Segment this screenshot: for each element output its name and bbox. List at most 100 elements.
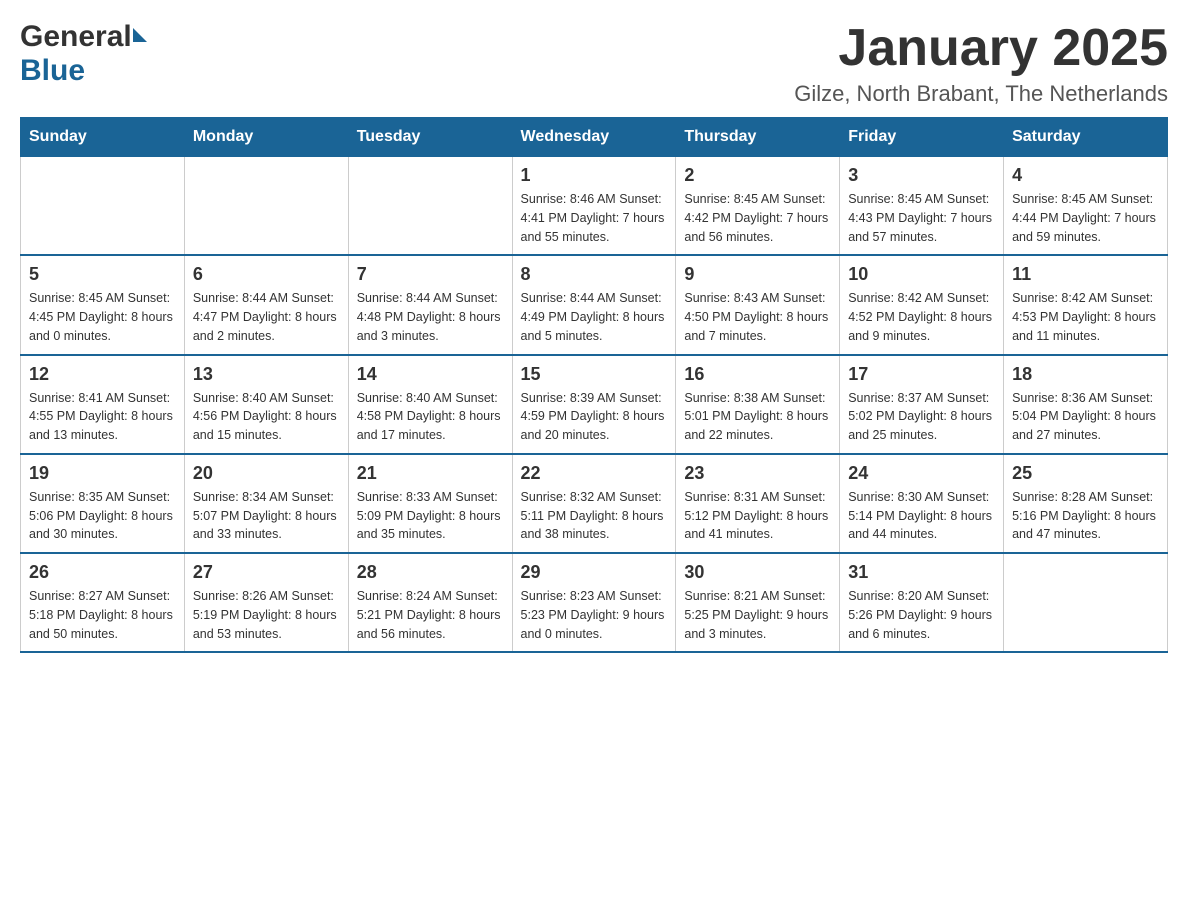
location-title: Gilze, North Brabant, The Netherlands: [794, 81, 1168, 107]
day-info: Sunrise: 8:32 AM Sunset: 5:11 PM Dayligh…: [521, 488, 668, 544]
weekday-header-thursday: Thursday: [676, 118, 840, 157]
weekday-header-saturday: Saturday: [1004, 118, 1168, 157]
calendar-cell: 10 Sunrise: 8:42 AM Sunset: 4:52 PM Dayli…: [840, 255, 1004, 354]
logo-blue-text: Blue: [20, 54, 85, 88]
day-info: Sunrise: 8:33 AM Sunset: 5:09 PM Dayligh…: [357, 488, 504, 544]
calendar-cell: 26 Sunrise: 8:27 AM Sunset: 5:18 PM Dayli…: [21, 553, 185, 652]
calendar-cell: [184, 157, 348, 256]
day-number: 7: [357, 264, 504, 285]
calendar-cell: 18 Sunrise: 8:36 AM Sunset: 5:04 PM Dayli…: [1004, 355, 1168, 454]
day-info: Sunrise: 8:45 AM Sunset: 4:42 PM Dayligh…: [684, 190, 831, 246]
day-number: 23: [684, 463, 831, 484]
day-info: Sunrise: 8:26 AM Sunset: 5:19 PM Dayligh…: [193, 587, 340, 643]
day-number: 8: [521, 264, 668, 285]
calendar-cell: 29 Sunrise: 8:23 AM Sunset: 5:23 PM Dayli…: [512, 553, 676, 652]
day-info: Sunrise: 8:40 AM Sunset: 4:58 PM Dayligh…: [357, 389, 504, 445]
calendar-cell: [348, 157, 512, 256]
calendar-cell: 11Sunrise: 8:42 AM Sunset: 4:53 PM Dayli…: [1004, 255, 1168, 354]
calendar-cell: [1004, 553, 1168, 652]
calendar-cell: 12 Sunrise: 8:41 AM Sunset: 4:55 PM Dayli…: [21, 355, 185, 454]
day-info: Sunrise: 8:45 AM Sunset: 4:43 PM Dayligh…: [848, 190, 995, 246]
day-info: Sunrise: 8:41 AM Sunset: 4:55 PM Dayligh…: [29, 389, 176, 445]
calendar-cell: 22 Sunrise: 8:32 AM Sunset: 5:11 PM Dayli…: [512, 454, 676, 553]
day-number: 21: [357, 463, 504, 484]
page-header: General Blue January 2025 Gilze, North B…: [20, 20, 1168, 107]
day-info: Sunrise: 8:38 AM Sunset: 5:01 PM Dayligh…: [684, 389, 831, 445]
day-number: 22: [521, 463, 668, 484]
day-info: Sunrise: 8:40 AM Sunset: 4:56 PM Dayligh…: [193, 389, 340, 445]
day-number: 13: [193, 364, 340, 385]
calendar-cell: 31 Sunrise: 8:20 AM Sunset: 5:26 PM Dayli…: [840, 553, 1004, 652]
calendar-cell: 19Sunrise: 8:35 AM Sunset: 5:06 PM Dayli…: [21, 454, 185, 553]
calendar-cell: 7 Sunrise: 8:44 AM Sunset: 4:48 PM Daylig…: [348, 255, 512, 354]
day-number: 28: [357, 562, 504, 583]
calendar-cell: 14 Sunrise: 8:40 AM Sunset: 4:58 PM Dayli…: [348, 355, 512, 454]
day-number: 27: [193, 562, 340, 583]
calendar-table: SundayMondayTuesdayWednesdayThursdayFrid…: [20, 117, 1168, 653]
day-number: 18: [1012, 364, 1159, 385]
day-info: Sunrise: 8:42 AM Sunset: 4:52 PM Dayligh…: [848, 289, 995, 345]
day-info: Sunrise: 8:30 AM Sunset: 5:14 PM Dayligh…: [848, 488, 995, 544]
day-number: 9: [684, 264, 831, 285]
day-info: Sunrise: 8:21 AM Sunset: 5:25 PM Dayligh…: [684, 587, 831, 643]
calendar-cell: 8 Sunrise: 8:44 AM Sunset: 4:49 PM Daylig…: [512, 255, 676, 354]
day-number: 26: [29, 562, 176, 583]
day-info: Sunrise: 8:42 AM Sunset: 4:53 PM Dayligh…: [1012, 289, 1159, 345]
calendar-cell: 20Sunrise: 8:34 AM Sunset: 5:07 PM Dayli…: [184, 454, 348, 553]
day-info: Sunrise: 8:36 AM Sunset: 5:04 PM Dayligh…: [1012, 389, 1159, 445]
month-title: January 2025: [794, 20, 1168, 77]
day-info: Sunrise: 8:44 AM Sunset: 4:49 PM Dayligh…: [521, 289, 668, 345]
day-info: Sunrise: 8:37 AM Sunset: 5:02 PM Dayligh…: [848, 389, 995, 445]
weekday-header-monday: Monday: [184, 118, 348, 157]
day-number: 15: [521, 364, 668, 385]
calendar-cell: 30Sunrise: 8:21 AM Sunset: 5:25 PM Dayli…: [676, 553, 840, 652]
calendar-cell: 17 Sunrise: 8:37 AM Sunset: 5:02 PM Dayli…: [840, 355, 1004, 454]
day-info: Sunrise: 8:20 AM Sunset: 5:26 PM Dayligh…: [848, 587, 995, 643]
day-number: 25: [1012, 463, 1159, 484]
calendar-cell: 25 Sunrise: 8:28 AM Sunset: 5:16 PM Dayli…: [1004, 454, 1168, 553]
day-info: Sunrise: 8:44 AM Sunset: 4:48 PM Dayligh…: [357, 289, 504, 345]
calendar-week-row: 26 Sunrise: 8:27 AM Sunset: 5:18 PM Dayli…: [21, 553, 1168, 652]
calendar-cell: 5Sunrise: 8:45 AM Sunset: 4:45 PM Daylig…: [21, 255, 185, 354]
day-number: 4: [1012, 165, 1159, 186]
day-number: 10: [848, 264, 995, 285]
calendar-cell: 2 Sunrise: 8:45 AM Sunset: 4:42 PM Daylig…: [676, 157, 840, 256]
calendar-cell: 1Sunrise: 8:46 AM Sunset: 4:41 PM Daylig…: [512, 157, 676, 256]
calendar-cell: 4Sunrise: 8:45 AM Sunset: 4:44 PM Daylig…: [1004, 157, 1168, 256]
day-number: 19: [29, 463, 176, 484]
day-number: 14: [357, 364, 504, 385]
day-number: 6: [193, 264, 340, 285]
calendar-cell: 28Sunrise: 8:24 AM Sunset: 5:21 PM Dayli…: [348, 553, 512, 652]
calendar-cell: 13 Sunrise: 8:40 AM Sunset: 4:56 PM Dayli…: [184, 355, 348, 454]
day-info: Sunrise: 8:27 AM Sunset: 5:18 PM Dayligh…: [29, 587, 176, 643]
calendar-week-row: 12 Sunrise: 8:41 AM Sunset: 4:55 PM Dayli…: [21, 355, 1168, 454]
calendar-week-row: 5Sunrise: 8:45 AM Sunset: 4:45 PM Daylig…: [21, 255, 1168, 354]
calendar-cell: 16 Sunrise: 8:38 AM Sunset: 5:01 PM Dayli…: [676, 355, 840, 454]
day-number: 3: [848, 165, 995, 186]
day-number: 16: [684, 364, 831, 385]
day-number: 1: [521, 165, 668, 186]
day-info: Sunrise: 8:44 AM Sunset: 4:47 PM Dayligh…: [193, 289, 340, 345]
day-number: 29: [521, 562, 668, 583]
weekday-header-friday: Friday: [840, 118, 1004, 157]
day-number: 12: [29, 364, 176, 385]
logo-general-text: General: [20, 20, 132, 54]
title-area: January 2025 Gilze, North Brabant, The N…: [794, 20, 1168, 107]
weekday-header-wednesday: Wednesday: [512, 118, 676, 157]
day-number: 2: [684, 165, 831, 186]
day-info: Sunrise: 8:31 AM Sunset: 5:12 PM Dayligh…: [684, 488, 831, 544]
day-info: Sunrise: 8:23 AM Sunset: 5:23 PM Dayligh…: [521, 587, 668, 643]
day-number: 31: [848, 562, 995, 583]
calendar-cell: 9 Sunrise: 8:43 AM Sunset: 4:50 PM Daylig…: [676, 255, 840, 354]
day-number: 20: [193, 463, 340, 484]
day-info: Sunrise: 8:39 AM Sunset: 4:59 PM Dayligh…: [521, 389, 668, 445]
day-info: Sunrise: 8:28 AM Sunset: 5:16 PM Dayligh…: [1012, 488, 1159, 544]
weekday-header-tuesday: Tuesday: [348, 118, 512, 157]
calendar-cell: 15 Sunrise: 8:39 AM Sunset: 4:59 PM Dayli…: [512, 355, 676, 454]
weekday-header-row: SundayMondayTuesdayWednesdayThursdayFrid…: [21, 118, 1168, 157]
calendar-cell: 27 Sunrise: 8:26 AM Sunset: 5:19 PM Dayli…: [184, 553, 348, 652]
day-info: Sunrise: 8:45 AM Sunset: 4:45 PM Dayligh…: [29, 289, 176, 345]
day-info: Sunrise: 8:43 AM Sunset: 4:50 PM Dayligh…: [684, 289, 831, 345]
day-number: 17: [848, 364, 995, 385]
calendar-cell: [21, 157, 185, 256]
